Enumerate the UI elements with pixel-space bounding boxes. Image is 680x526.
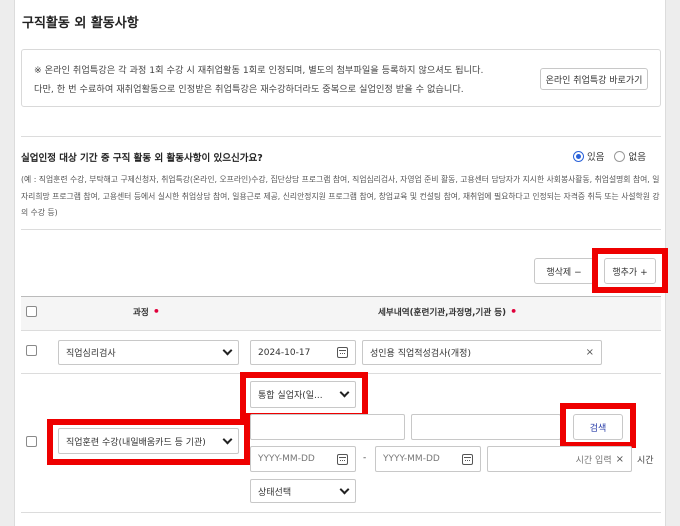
divider [21,229,661,230]
clear-icon[interactable]: × [616,454,624,465]
online-lecture-link-button[interactable]: 온라인 취업특강 바로가기 [540,68,648,90]
row-1-course-select[interactable]: 직업심리검사 [58,340,239,365]
date-separator: - [363,453,367,463]
chevron-down-icon [339,484,350,494]
time-unit-label: 시간 [637,456,654,466]
row-2-course-input[interactable] [411,414,561,440]
row-2-status-select[interactable]: 상태선택 [250,479,356,503]
highlight-course-select [47,419,250,465]
calendar-icon[interactable] [337,453,348,465]
select-all-checkbox[interactable] [26,306,37,317]
delete-row-button[interactable]: 행삭제 − [534,258,594,284]
row-1-date-input[interactable]: 2024-10-17 [250,340,356,365]
required-mark: • [152,305,160,318]
row-2-end-date-input[interactable]: YYYY-MM-DD [375,446,481,472]
section-title: 구직활동 외 활동사항 [22,16,139,31]
radio-yes-label[interactable]: 있음 [587,149,604,163]
row-1-checkbox[interactable] [26,345,37,356]
header-bottom-border [21,330,661,331]
calendar-icon[interactable] [337,347,348,358]
activity-question: 실업인정 대상 기간 중 구직 활동 외 활동사항이 있으신가요? [21,153,263,164]
header-detail: 세부내역(훈련기관,과정명,기관 등) • [378,305,518,318]
clear-icon[interactable]: × [586,347,594,358]
calendar-icon[interactable] [462,453,473,465]
header-course: 과정 • [133,305,160,318]
required-mark: • [510,305,518,318]
activity-radio-group: 있음 없음 [573,149,646,163]
radio-no[interactable] [614,150,626,162]
notice-box: ※ 온라인 취업특강은 각 과정 1회 수강 시 재취업활동 1회로 인정되며,… [21,49,661,107]
notice-line-2: 다만, 한 번 수료하여 재취업활동으로 인정받은 취업특강은 재수강하더라도 … [34,84,464,95]
notice-line-1: ※ 온라인 취업특강은 각 과정 1회 수강 시 재취업활동 1회로 인정되며,… [34,65,484,76]
table-header [21,297,661,330]
row-2-time-input[interactable]: 시간 입력 × [487,446,632,472]
radio-no-label[interactable]: 없음 [628,149,645,163]
highlight-type-select [240,372,368,419]
chevron-down-icon [222,345,233,356]
divider [21,136,661,137]
row-1-detail-input[interactable]: 성인용 직업적성검사(개정) × [362,340,602,365]
notice-text: ※ 온라인 취업특강은 각 과정 1회 수강 시 재취업활동 1회로 인정되며,… [34,61,483,99]
highlight-search [560,403,636,448]
row-2-start-date-input[interactable]: YYYY-MM-DD [250,446,356,472]
table-bottom-border [21,512,661,513]
row-2-checkbox[interactable] [26,436,37,447]
radio-yes[interactable] [573,150,584,162]
row-2-org-input[interactable] [250,414,405,440]
example-text: (예 : 직업훈련 수강, 부탁해고 구제신청자, 취업특강(온라인, 오프라인… [21,175,660,217]
highlight-add-row [592,248,668,293]
